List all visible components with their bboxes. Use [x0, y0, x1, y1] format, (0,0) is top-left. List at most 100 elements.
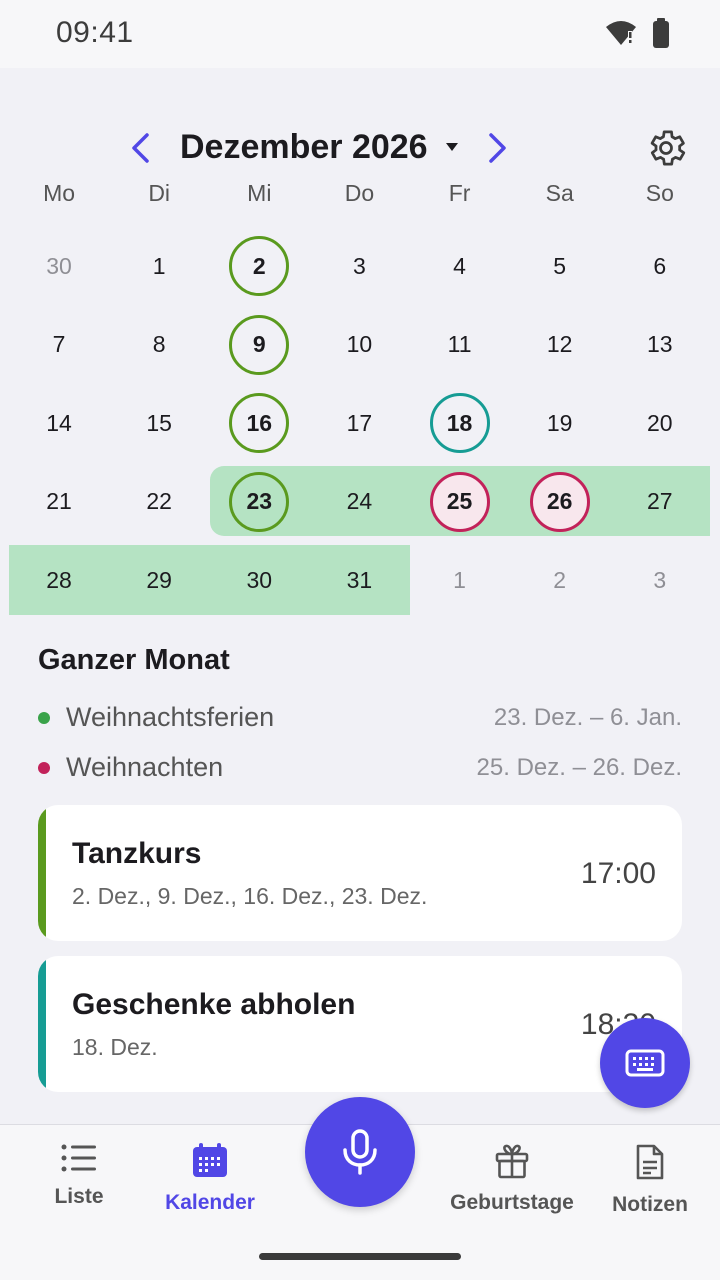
event-title: Tanzkurs	[72, 837, 202, 870]
event-card[interactable]: Geschenke abholen 18. Dez. 18:30	[38, 956, 682, 1092]
day-cell[interactable]: 16	[209, 384, 309, 463]
weekday-label: Di	[148, 180, 171, 206]
day-cell[interactable]: 5	[510, 227, 610, 306]
week-row: 21 22 23 24 25 26 27	[9, 463, 710, 542]
range-dates: 25. Dez. – 26. Dez.	[476, 754, 682, 781]
keyboard-icon	[625, 1049, 665, 1077]
day-cell[interactable]: 27	[610, 463, 710, 542]
day-cell[interactable]: 8	[109, 306, 209, 385]
day-cell[interactable]: 2	[510, 541, 610, 620]
week-row: 28 29 30 31 1 2 3	[9, 541, 710, 620]
nav-item-notizen[interactable]: Notizen	[580, 1143, 720, 1217]
day-cell[interactable]: 9	[209, 306, 309, 385]
keyboard-input-button[interactable]	[600, 1018, 690, 1108]
day-cell[interactable]: 21	[9, 463, 109, 542]
day-number: 1	[453, 566, 466, 593]
day-cell[interactable]: 24	[309, 463, 409, 542]
event-card[interactable]: Tanzkurs 2. Dez., 9. Dez., 16. Dez., 23.…	[38, 805, 682, 941]
chevron-left-icon	[132, 133, 149, 163]
day-cell[interactable]: 11	[410, 306, 510, 385]
day-number: 3	[353, 252, 366, 279]
week-row: 14 15 16 17 18 19 20	[9, 384, 710, 463]
range-color-dot	[38, 762, 50, 774]
day-cell[interactable]: 6	[610, 227, 710, 306]
settings-button[interactable]	[642, 124, 690, 172]
home-indicator[interactable]	[259, 1253, 461, 1260]
day-cell[interactable]: 19	[510, 384, 610, 463]
day-number: 12	[546, 331, 573, 358]
day-cell[interactable]: 13	[610, 306, 710, 385]
day-cell[interactable]: 7	[9, 306, 109, 385]
day-cell[interactable]: 12	[510, 306, 610, 385]
day-cell[interactable]: 20	[610, 384, 710, 463]
event-dates: 18. Dez.	[72, 1034, 158, 1060]
range-label: Weihnachten	[66, 752, 224, 782]
day-cell[interactable]: 26	[510, 463, 610, 542]
day-cell[interactable]: 29	[109, 541, 209, 620]
list-icon	[61, 1144, 96, 1172]
day-number: 21	[46, 488, 72, 515]
day-cell[interactable]: 31	[309, 541, 409, 620]
status-time: 09:41	[56, 16, 134, 49]
nav-item-kalender[interactable]: Kalender	[140, 1143, 280, 1215]
day-cell[interactable]: 3	[309, 227, 409, 306]
day-number: 15	[146, 409, 172, 436]
day-number: 24	[346, 488, 373, 515]
day-number: 2	[553, 566, 567, 593]
day-number: 14	[46, 409, 72, 436]
day-cell[interactable]: 14	[9, 384, 109, 463]
chevron-right-icon	[489, 133, 506, 163]
day-number: 20	[647, 409, 673, 436]
day-cell[interactable]: 28	[9, 541, 109, 620]
status-bar: 09:41	[0, 0, 720, 68]
day-number: 28	[46, 566, 72, 593]
nav-item-liste[interactable]: Liste	[9, 1143, 149, 1209]
day-cell[interactable]: 30	[9, 227, 109, 306]
day-number: 25	[446, 488, 473, 515]
day-cell[interactable]: 30	[209, 541, 309, 620]
caret-down-icon[interactable]	[444, 140, 460, 158]
day-number: 7	[52, 331, 66, 358]
day-number: 18	[446, 409, 473, 436]
range-row[interactable]: Weihnachten 25. Dez. – 26. Dez.	[38, 748, 682, 788]
range-row[interactable]: Weihnachtsferien 23. Dez. – 6. Jan.	[38, 698, 682, 738]
day-number: 17	[346, 409, 373, 436]
day-cell[interactable]: 1	[109, 227, 209, 306]
day-cell[interactable]: 3	[610, 541, 710, 620]
event-dates: 2. Dez., 9. Dez., 16. Dez., 23. Dez.	[72, 883, 428, 909]
day-cell[interactable]: 18	[410, 384, 510, 463]
range-label: Weihnachtsferien	[66, 702, 275, 732]
day-number: 9	[252, 331, 266, 358]
nav-label: Geburtstage	[450, 1191, 574, 1214]
day-cell[interactable]: 2	[209, 227, 309, 306]
day-cell[interactable]: 1	[410, 541, 510, 620]
day-number: 26	[546, 488, 573, 515]
next-month-button[interactable]	[478, 128, 518, 168]
day-cell[interactable]: 23	[209, 463, 309, 542]
nav-item-geburtstage[interactable]: Geburtstage	[442, 1143, 582, 1215]
event-time: 17:00	[580, 857, 656, 890]
day-cell[interactable]: 25	[410, 463, 510, 542]
weekday-label: Sa	[545, 180, 574, 206]
day-number: 29	[146, 566, 172, 593]
day-number: 4	[453, 252, 466, 279]
day-number: 10	[346, 331, 373, 358]
day-number: 31	[346, 566, 373, 593]
day-cell[interactable]: 4	[410, 227, 510, 306]
battery-icon	[652, 18, 670, 53]
day-number: 16	[246, 409, 273, 436]
calendar-icon	[193, 1143, 227, 1177]
day-cell[interactable]: 10	[309, 306, 409, 385]
weekday-header: Mo Di Mi Do Fr Sa So	[9, 180, 710, 214]
day-number: 23	[246, 488, 273, 515]
day-cell[interactable]: 15	[109, 384, 209, 463]
weekday-label: Do	[344, 180, 375, 206]
voice-input-button[interactable]	[305, 1097, 415, 1207]
day-cell[interactable]: 17	[309, 384, 409, 463]
calendar-grid: 30 1 2 3 4 5 6 7 8 9 10 11 12 13 14 15 16 17 18 19 20 21 22 23 2…	[9, 227, 710, 620]
day-cell[interactable]: 22	[109, 463, 209, 542]
event-accent-bar	[38, 805, 46, 941]
prev-month-button[interactable]	[120, 128, 160, 168]
month-title[interactable]: Dezember 2026	[180, 128, 428, 167]
nav-label: Kalender	[165, 1191, 255, 1214]
